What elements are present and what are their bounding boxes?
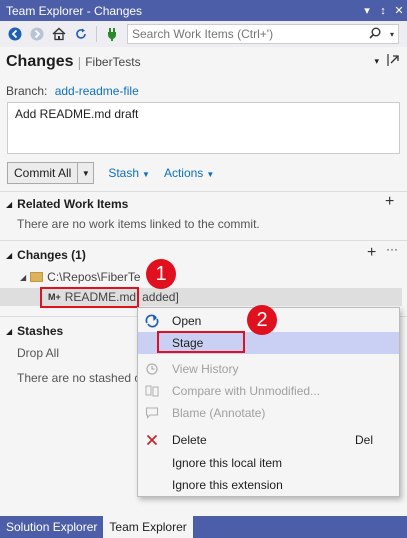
menu-item-shortcut: Del	[354, 433, 373, 447]
menu-item-blame[interactable]: Blame (Annotate)	[138, 402, 399, 424]
window-menu-icon[interactable]: ▾	[359, 4, 375, 17]
tab-solution-explorer[interactable]: Solution Explorer	[0, 516, 103, 538]
bottom-tab-bar: Solution Explorer Team Explorer	[0, 516, 407, 538]
search-input[interactable]	[128, 27, 364, 41]
blame-icon	[138, 406, 166, 420]
menu-item-label: Delete	[172, 433, 207, 447]
page-header: Changes | FiberTests ▾	[0, 47, 407, 77]
menu-item-label: Ignore this local item	[172, 456, 283, 470]
callout-badge-1: 1	[146, 259, 176, 289]
menu-item-ignore-local[interactable]: Ignore this local item	[138, 452, 399, 474]
menu-item-label: View History	[172, 362, 239, 376]
forward-icon[interactable]	[28, 25, 46, 43]
stash-label: Stash	[108, 166, 140, 180]
delete-icon	[138, 434, 166, 446]
stage-all-icon[interactable]: +	[367, 244, 376, 262]
callout-box-1	[40, 287, 139, 308]
history-icon	[138, 362, 166, 376]
divider	[0, 240, 407, 241]
dropdown-icon[interactable]: ▾	[374, 53, 379, 70]
commit-all-label: Commit All	[14, 166, 72, 180]
repo-name: FiberTests	[85, 55, 141, 69]
menu-item-compare[interactable]: Compare with Unmodified...	[138, 380, 399, 402]
header-separator: |	[77, 54, 82, 70]
callout-box-2	[157, 331, 245, 353]
undock-icon[interactable]	[387, 53, 401, 70]
branch-row: Branch: add-readme-file	[6, 84, 139, 98]
add-work-item-icon[interactable]: +	[385, 193, 394, 211]
actions-label: Actions	[163, 166, 204, 180]
drop-all-link[interactable]: Drop All	[17, 346, 59, 360]
menu-item-label: Blame (Annotate)	[172, 406, 266, 420]
search-dropdown-icon[interactable]: ▾	[386, 30, 398, 39]
menu-item-label: Ignore this extension	[172, 478, 283, 492]
collapse-triangle-icon[interactable]: ◢	[6, 200, 12, 209]
commit-message-input[interactable]: Add README.md draft	[7, 102, 400, 154]
search-icon[interactable]	[364, 27, 386, 42]
search-box[interactable]: ▾	[127, 24, 399, 44]
folder-row[interactable]: ◢ C:\Repos\FiberTe	[0, 268, 402, 286]
chevron-down-icon: ▼	[142, 170, 150, 179]
toolbar-separator	[96, 26, 97, 42]
menu-item-label: Open	[172, 314, 202, 328]
folder-icon	[30, 272, 44, 282]
stashes-title: Stashes	[17, 324, 64, 338]
callout-badge-2: 2	[247, 305, 277, 335]
page-title: Changes	[6, 53, 74, 70]
menu-item-delete[interactable]: Delete Del	[138, 429, 399, 451]
menu-item-ignore-extension[interactable]: Ignore this extension	[138, 474, 399, 496]
commit-all-button[interactable]: Commit All ▼	[7, 162, 95, 184]
close-icon[interactable]: ✕	[391, 4, 407, 17]
home-icon[interactable]	[50, 25, 68, 43]
actions-menu[interactable]: Actions ▼	[164, 166, 214, 180]
related-work-items-title: Related Work Items	[17, 197, 129, 211]
file-status: added]	[142, 290, 179, 304]
branch-link[interactable]: add-readme-file	[55, 84, 139, 98]
stashes-header[interactable]: ◢ Stashes	[6, 324, 63, 338]
collapse-triangle-icon[interactable]: ◢	[6, 327, 12, 336]
chevron-down-icon: ▼	[206, 170, 215, 179]
commit-actions: Commit All ▼ Stash ▼ Actions ▼	[7, 162, 400, 184]
menu-item-view-history[interactable]: View History	[138, 358, 399, 380]
more-options-icon[interactable]: ···	[386, 242, 398, 256]
collapse-triangle-icon[interactable]: ◢	[20, 273, 26, 282]
related-empty-text: There are no work items linked to the co…	[17, 217, 260, 231]
window-title: Team Explorer - Changes	[6, 3, 143, 18]
collapse-triangle-icon[interactable]: ◢	[6, 251, 12, 260]
title-bar: Team Explorer - Changes ▾ ↕ ✕	[0, 0, 407, 21]
stashes-empty-text: There are no stashed c	[17, 371, 141, 385]
changes-title: Changes (1)	[17, 248, 86, 262]
compare-icon	[138, 384, 166, 398]
divider	[0, 191, 407, 192]
branch-label: Branch:	[6, 84, 48, 98]
menu-item-label: Compare with Unmodified...	[172, 384, 321, 398]
changes-header[interactable]: ◢ Changes (1)	[6, 248, 86, 262]
refresh-icon[interactable]	[72, 25, 90, 43]
back-icon[interactable]	[6, 25, 24, 43]
open-icon	[138, 314, 166, 328]
toolbar: ▾	[0, 21, 407, 47]
tab-team-explorer[interactable]: Team Explorer	[103, 516, 193, 538]
header-actions: ▾	[374, 53, 401, 70]
connect-icon[interactable]	[103, 25, 121, 43]
related-work-items-header[interactable]: ◢ Related Work Items	[6, 197, 128, 211]
stash-menu[interactable]: Stash ▼	[108, 166, 150, 180]
commit-dropdown-icon[interactable]: ▼	[77, 163, 93, 183]
folder-path: C:\Repos\FiberTe	[47, 270, 141, 284]
pin-icon[interactable]: ↕	[375, 5, 391, 17]
